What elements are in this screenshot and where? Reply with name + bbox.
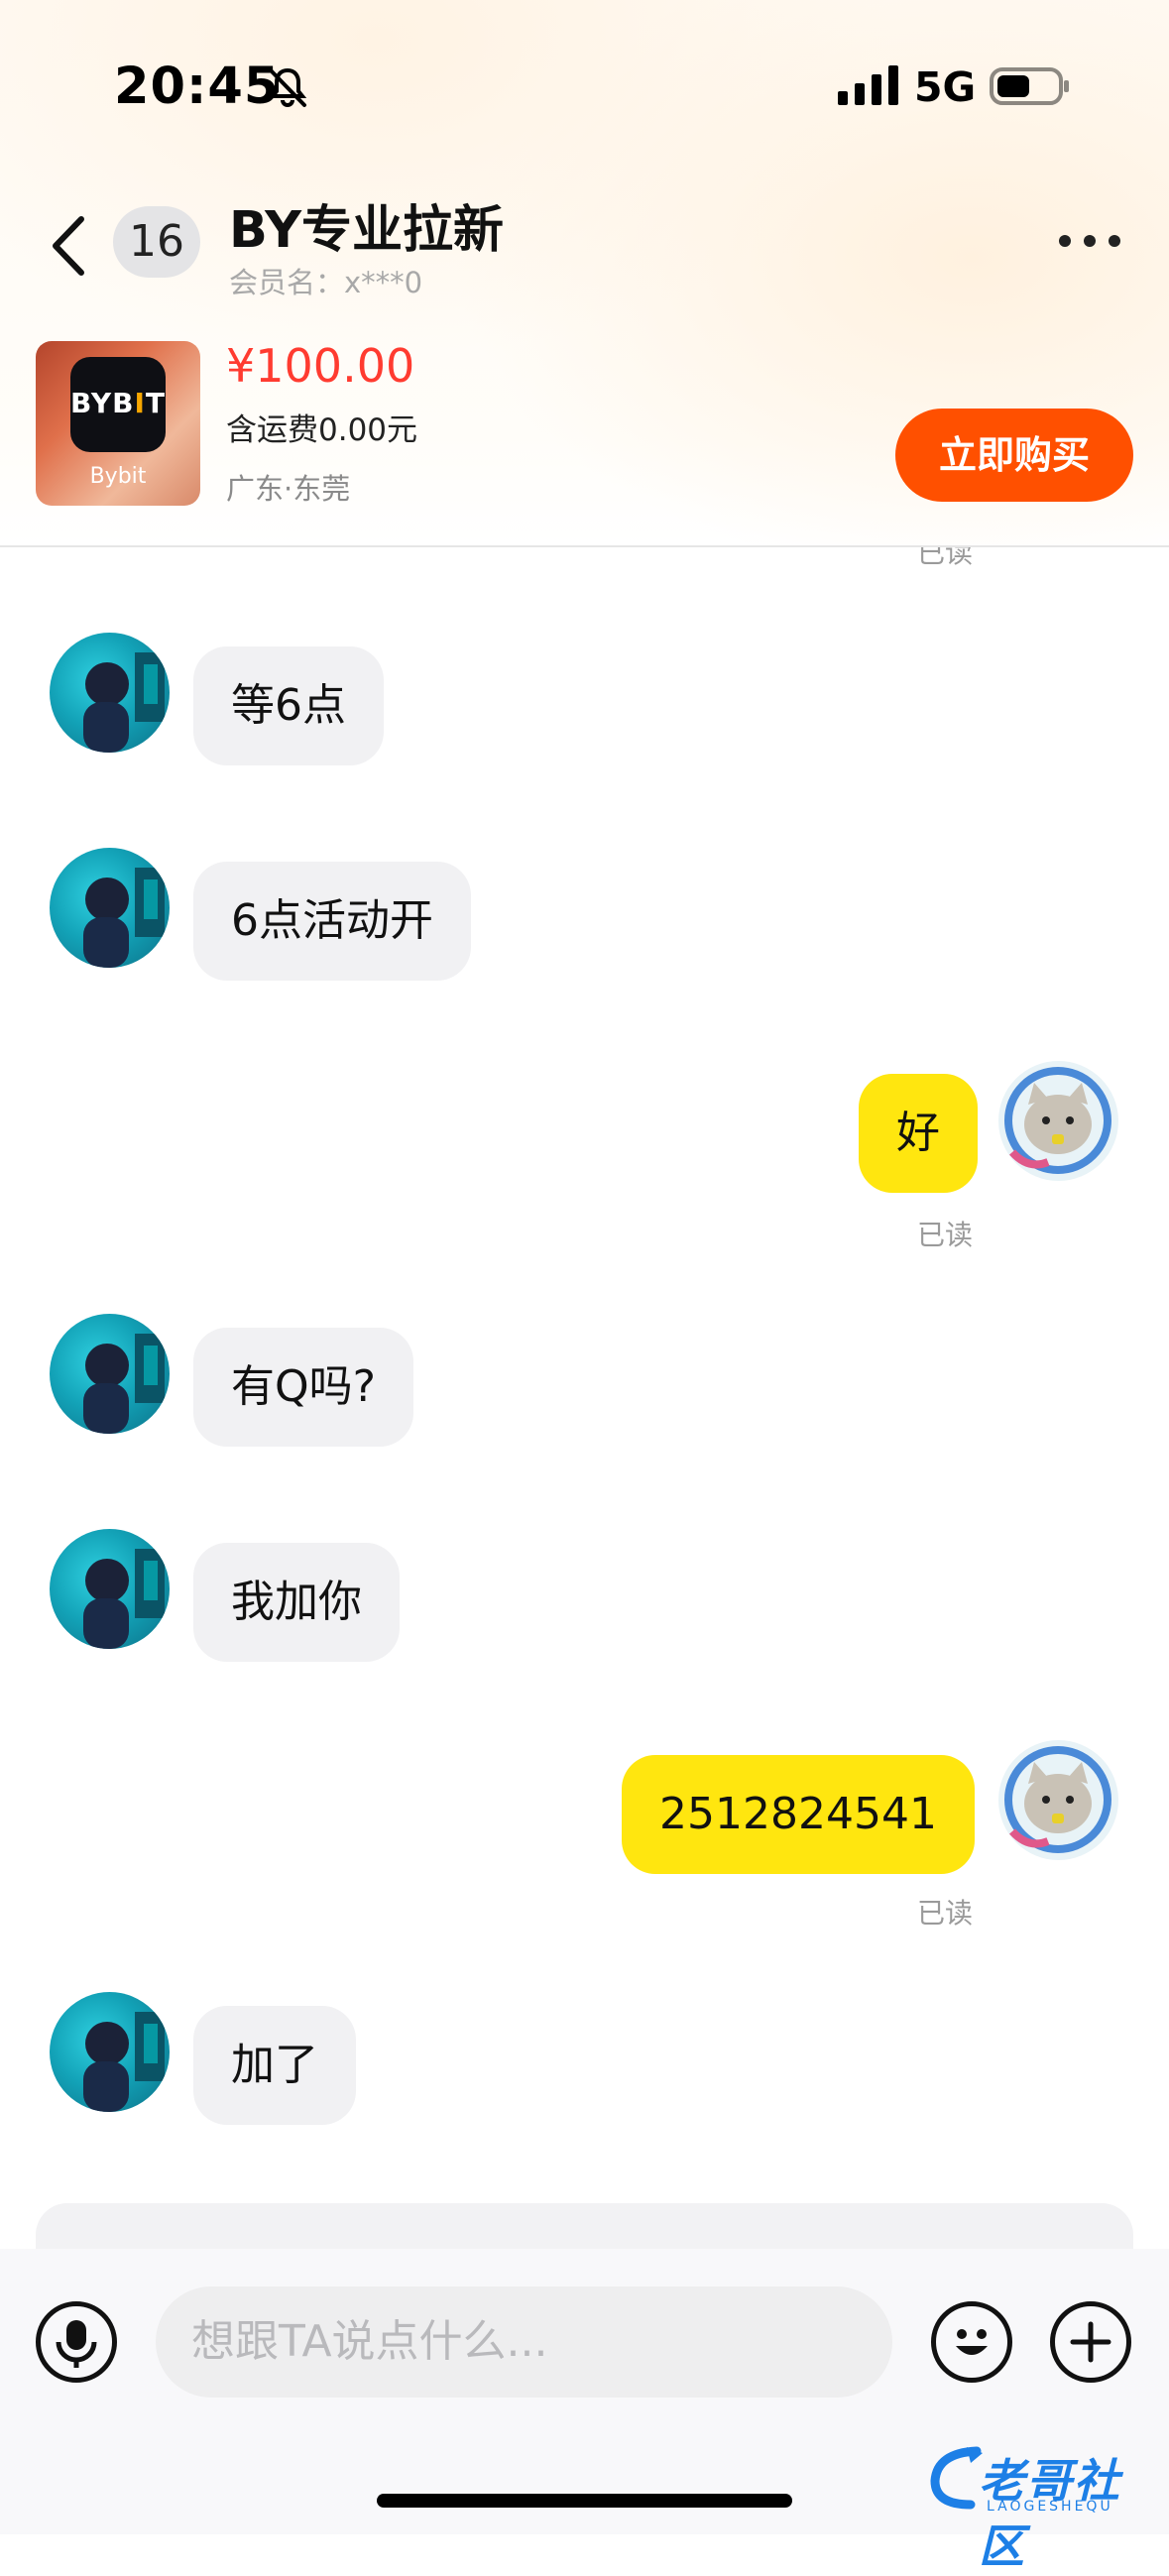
chat-header: 16 BY专业拉新 会员名：x***0	[0, 178, 1169, 317]
read-status: 已读	[917, 547, 974, 569]
microphone-icon	[56, 2320, 97, 2368]
my-avatar[interactable]	[998, 1740, 1118, 1860]
smiley-icon	[956, 2329, 988, 2355]
message-bubble-incoming[interactable]: 等6点	[193, 646, 384, 765]
dragon-icon	[930, 2446, 983, 2510]
more-options-icon[interactable]	[1057, 230, 1122, 252]
product-brand: Bybit	[89, 464, 147, 489]
member-name: 会员名：x***0	[229, 266, 423, 299]
battery-icon	[990, 67, 1069, 105]
back-arrow-icon[interactable]	[48, 213, 93, 279]
product-shipping: 含运费0.00元	[226, 412, 418, 448]
message-bubble-incoming[interactable]: 6点活动开	[193, 862, 471, 981]
bell-muted-icon	[268, 67, 307, 107]
home-indicator[interactable]	[377, 2494, 792, 2508]
message-bubble-outgoing[interactable]: 2512824541	[622, 1755, 975, 1874]
watermark-logo: 老哥社区 LAOGESHEQU	[927, 2437, 1160, 2573]
avatar[interactable]	[50, 1529, 170, 1649]
status-bar: 20:45 5G	[0, 0, 1169, 169]
message-bubble-incoming[interactable]: 加了	[193, 2006, 356, 2125]
avatar[interactable]	[50, 848, 170, 968]
message-bubble-incoming[interactable]: 有Q吗?	[193, 1328, 413, 1447]
chat-title: BY专业拉新	[229, 201, 505, 260]
network-type: 5G	[914, 63, 977, 111]
message-input[interactable]: 想跟TA说点什么...	[156, 2286, 892, 2398]
product-card[interactable]: BYBIT Bybit ¥100.00 含运费0.00元 广东·东莞 立即购买	[0, 327, 1169, 547]
message-list[interactable]: 已读 等6点 6点活动开 好 已读 有Q吗? 我加你 2512824541 已读…	[0, 547, 1169, 2239]
avatar[interactable]	[50, 633, 170, 753]
voice-button[interactable]	[36, 2301, 117, 2383]
product-location: 广东·东莞	[226, 472, 351, 506]
message-bubble-outgoing[interactable]: 好	[859, 1074, 978, 1193]
avatar[interactable]	[50, 1314, 170, 1434]
message-bubble-incoming[interactable]: 我加你	[193, 1543, 400, 1662]
buy-now-button[interactable]: 立即购买	[895, 409, 1133, 502]
unread-count-badge[interactable]: 16	[113, 206, 200, 278]
status-time: 20:45	[114, 58, 281, 116]
watermark-subtext: LAOGESHEQU	[987, 2499, 1113, 2515]
emoji-button[interactable]	[931, 2301, 1012, 2383]
avatar[interactable]	[50, 1992, 170, 2112]
product-price: ¥100.00	[226, 339, 415, 393]
add-button[interactable]	[1050, 2301, 1131, 2383]
bybit-logo: BYBIT	[70, 357, 166, 452]
signal-strength-icon	[838, 65, 898, 105]
plus-icon	[1070, 2321, 1111, 2363]
product-image[interactable]: BYBIT Bybit	[36, 341, 200, 506]
read-status: 已读	[917, 1219, 974, 1251]
read-status: 已读	[917, 1897, 974, 1930]
my-avatar[interactable]	[998, 1061, 1118, 1181]
